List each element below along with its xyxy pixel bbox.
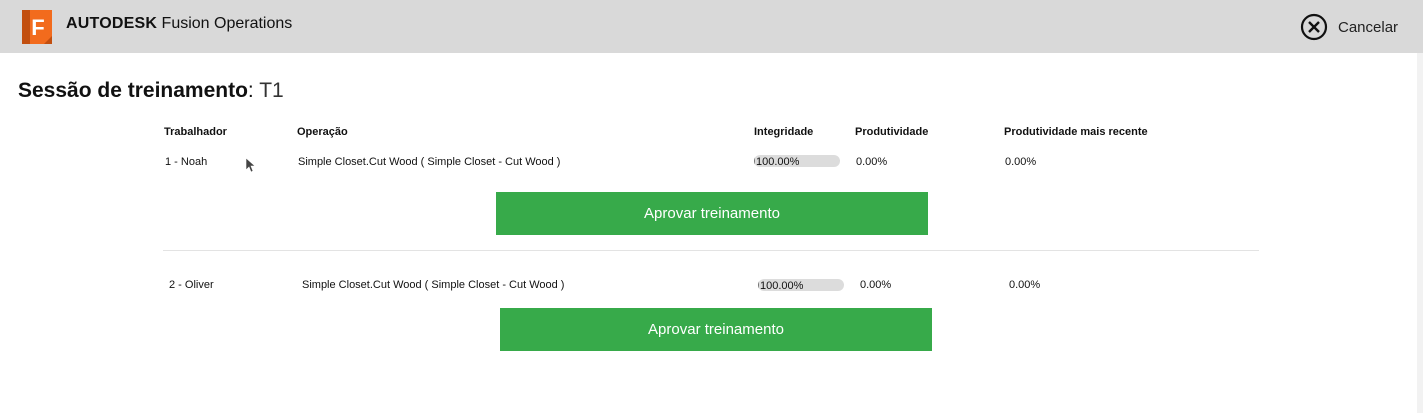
column-header-productivity: Produtividade [855, 126, 929, 138]
row-recent-productivity: 0.00% [1009, 279, 1041, 291]
mouse-pointer-icon [245, 157, 255, 173]
cancel-button[interactable]: Cancelar [1300, 13, 1398, 41]
page-title: Sessão de treinamento: T1 [18, 78, 284, 104]
close-circle-icon [1300, 13, 1328, 41]
brand-product: Fusion Operations [157, 15, 293, 32]
row-operation: Simple Closet.Cut Wood ( Simple Closet -… [298, 156, 561, 168]
integrity-progress-bar: 100.00% [754, 155, 840, 167]
app-brand: AUTODESK Fusion Operations [66, 14, 292, 34]
column-header-integrity: Integridade [754, 126, 814, 138]
row-productivity: 0.00% [860, 279, 892, 291]
row-recent-productivity: 0.00% [1005, 156, 1037, 168]
approve-training-button[interactable]: Aprovar treinamento [496, 192, 928, 235]
scrollbar[interactable] [1417, 53, 1423, 413]
row-productivity: 0.00% [856, 156, 888, 168]
page-title-value: T1 [253, 79, 284, 102]
integrity-progress-text: 100.00% [760, 280, 804, 291]
column-header-operation: Operação [297, 126, 348, 138]
svg-text:F: F [31, 15, 44, 40]
row-divider [163, 250, 1259, 251]
cancel-label: Cancelar [1338, 18, 1399, 36]
page-title-label: Sessão de treinamento [18, 79, 248, 102]
brand-bold: AUTODESK [66, 15, 158, 32]
column-header-worker: Trabalhador [164, 126, 227, 138]
row-worker: 1 - Noah [165, 156, 208, 168]
row-worker: 2 - Oliver [169, 279, 214, 291]
top-bar: F AUTODESK Fusion Operations Cancelar [0, 0, 1423, 53]
column-header-recent-productivity: Produtividade mais recente [1004, 126, 1148, 138]
fusion-logo-icon: F [22, 10, 52, 44]
approve-training-button[interactable]: Aprovar treinamento [500, 308, 932, 351]
row-operation: Simple Closet.Cut Wood ( Simple Closet -… [302, 279, 565, 291]
integrity-progress-bar: 100.00% [758, 279, 844, 291]
integrity-progress-text: 100.00% [756, 156, 800, 167]
